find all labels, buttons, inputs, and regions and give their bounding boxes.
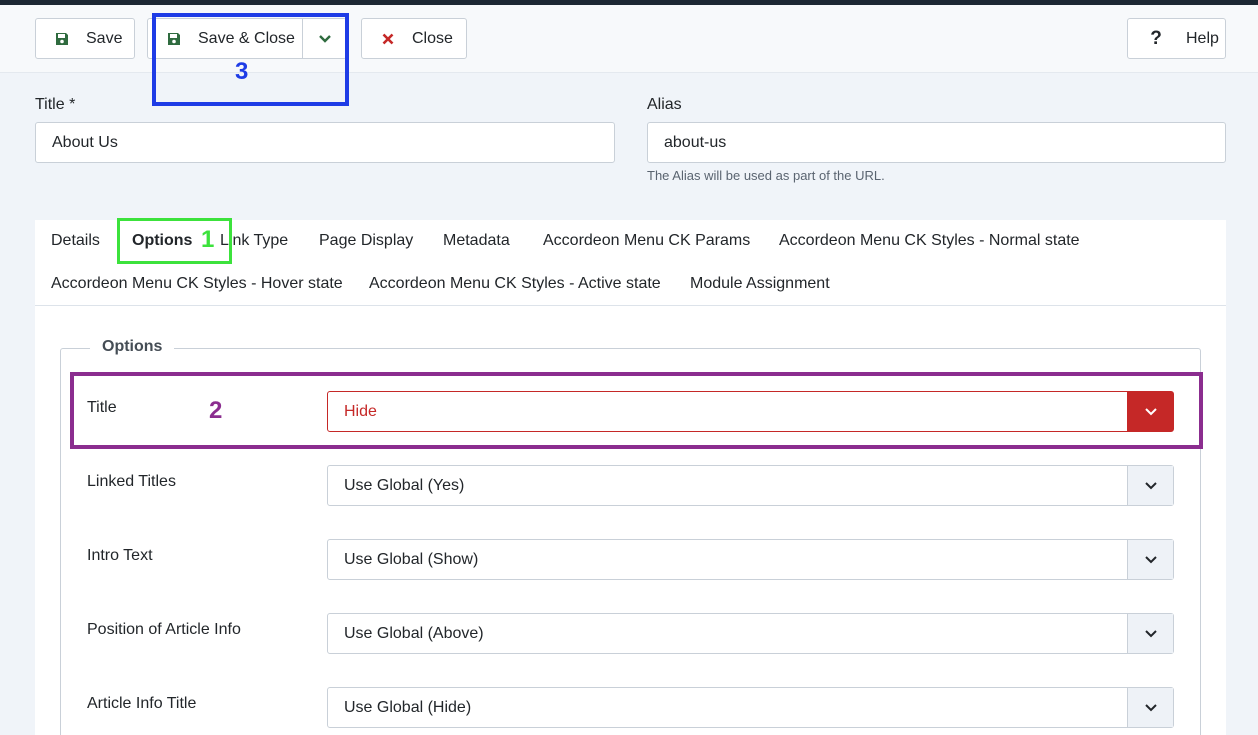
annotation-box-2 xyxy=(70,372,1203,449)
article-info-position-select[interactable]: Use Global (Above) xyxy=(327,613,1174,654)
annotation-box-3 xyxy=(152,13,349,106)
chevron-down-icon xyxy=(1127,466,1173,505)
linked-titles-select[interactable]: Use Global (Yes) xyxy=(327,465,1174,506)
tab-page-display[interactable]: Page Display xyxy=(319,232,413,250)
chevron-down-icon xyxy=(1127,688,1173,727)
linked-titles-label: Linked Titles xyxy=(87,473,176,490)
annotation-number-2: 2 xyxy=(209,397,223,424)
intro-text-value: Use Global (Show) xyxy=(344,550,479,568)
chevron-down-icon xyxy=(1127,614,1173,653)
tab-accordeon-active[interactable]: Accordeon Menu CK Styles - Active state xyxy=(369,275,661,293)
help-button[interactable]: ? Help xyxy=(1127,18,1226,59)
save-button[interactable]: Save xyxy=(35,18,135,59)
article-info-title-select[interactable]: Use Global (Hide) xyxy=(327,687,1174,728)
alias-input[interactable]: about-us xyxy=(647,122,1226,163)
article-info-position-value: Use Global (Above) xyxy=(344,624,484,642)
save-button-label: Save xyxy=(86,29,123,47)
title-input[interactable]: About Us xyxy=(35,122,615,163)
annotation-number-1: 1 xyxy=(201,226,215,253)
tab-accordeon-params[interactable]: Accordeon Menu CK Params xyxy=(543,232,750,250)
chevron-down-icon xyxy=(1127,540,1173,579)
article-info-title-label: Article Info Title xyxy=(87,695,197,712)
annotation-box-1 xyxy=(117,218,232,264)
tab-metadata[interactable]: Metadata xyxy=(443,232,510,250)
article-info-position-label: Position of Article Info xyxy=(87,621,241,638)
annotation-number-3: 3 xyxy=(235,58,249,85)
floppy-disk-icon xyxy=(54,31,70,47)
question-icon: ? xyxy=(1150,27,1162,49)
linked-titles-value: Use Global (Yes) xyxy=(344,476,465,494)
close-button-label: Close xyxy=(412,29,453,47)
title-label: Title * xyxy=(35,96,76,113)
intro-text-select[interactable]: Use Global (Show) xyxy=(327,539,1174,580)
tab-details[interactable]: Details xyxy=(51,232,100,250)
alias-label: Alias xyxy=(647,96,682,113)
close-button[interactable]: Close xyxy=(361,18,467,59)
article-info-title-value: Use Global (Hide) xyxy=(344,698,472,716)
tab-module-assignment[interactable]: Module Assignment xyxy=(690,275,830,293)
options-legend: Options xyxy=(90,338,175,356)
tab-accordeon-normal[interactable]: Accordeon Menu CK Styles - Normal state xyxy=(779,232,1080,250)
x-icon xyxy=(380,31,396,47)
help-button-label: Help xyxy=(1186,29,1219,47)
alias-hint: The Alias will be used as part of the UR… xyxy=(647,168,885,183)
tab-accordeon-hover[interactable]: Accordeon Menu CK Styles - Hover state xyxy=(51,275,343,293)
intro-text-label: Intro Text xyxy=(87,547,153,564)
